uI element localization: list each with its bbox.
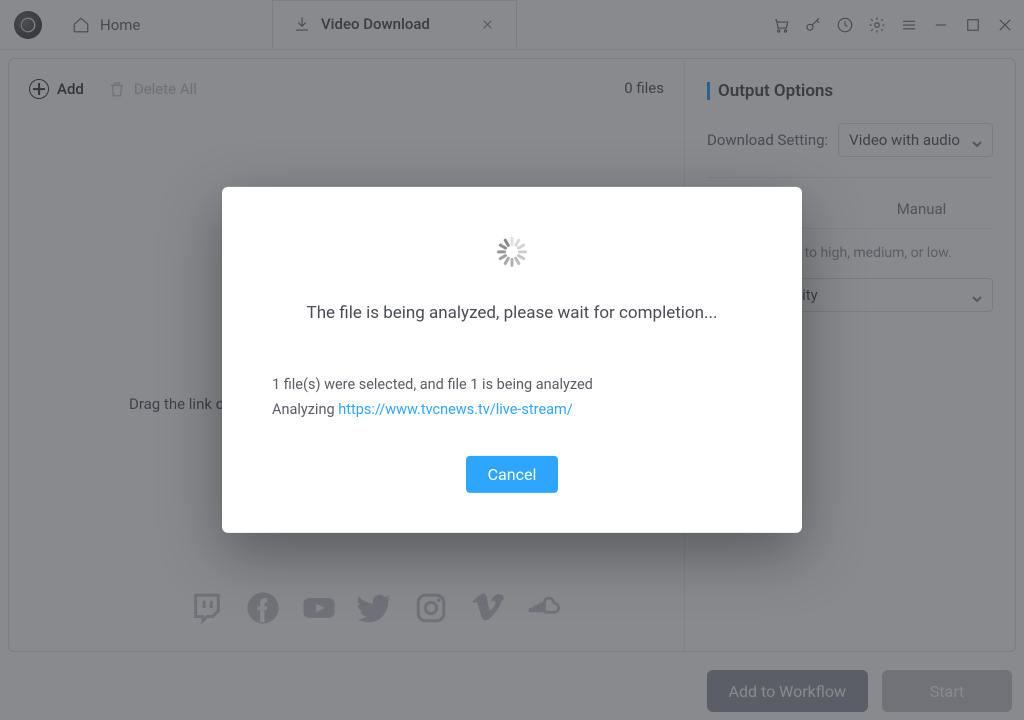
cancel-button[interactable]: Cancel xyxy=(466,456,559,493)
modal-status: 1 file(s) were selected, and file 1 is b… xyxy=(272,373,752,422)
modal-status-line1: 1 file(s) were selected, and file 1 is b… xyxy=(272,373,752,398)
modal-status-line2: Analyzing https://www.tvcnews.tv/live-st… xyxy=(272,398,752,423)
modal-title: The file is being analyzed, please wait … xyxy=(272,303,752,323)
spinner-icon xyxy=(497,237,527,267)
analyzing-modal: The file is being analyzed, please wait … xyxy=(222,187,802,533)
modal-url-link[interactable]: https://www.tvcnews.tv/live-stream/ xyxy=(338,401,573,418)
modal-analyzing-prefix: Analyzing xyxy=(272,401,338,418)
